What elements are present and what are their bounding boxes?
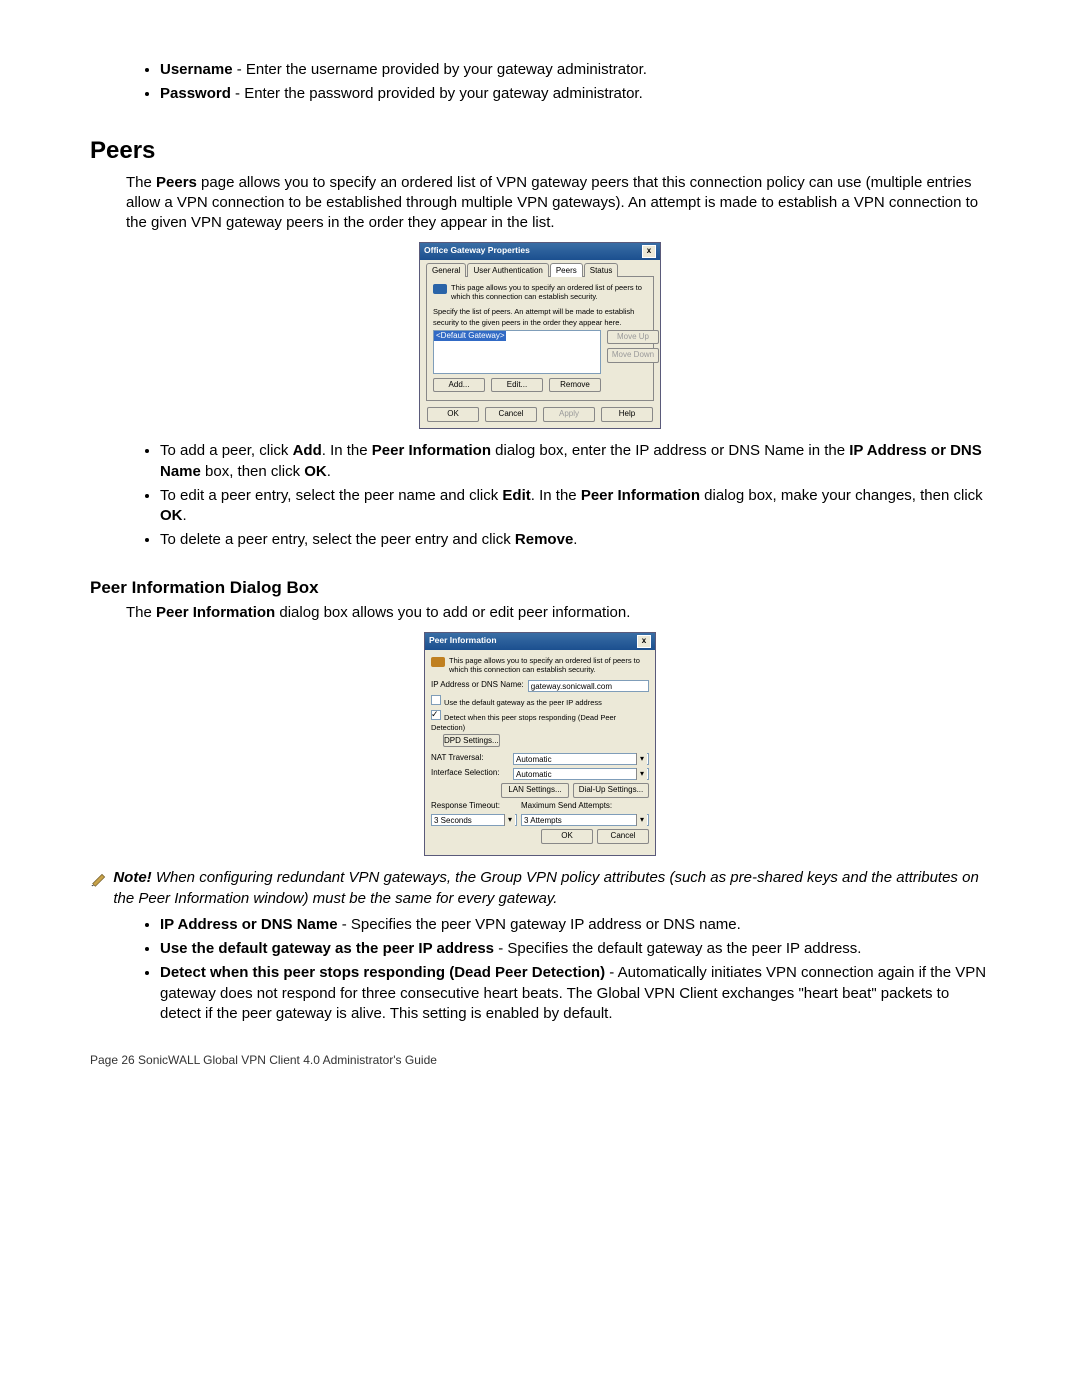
padlock-icon <box>431 657 445 667</box>
list-item: To edit a peer entry, select the peer na… <box>160 486 990 527</box>
list-item: Detect when this peer stops responding (… <box>160 963 990 1024</box>
ip-input[interactable]: gateway.sonicwall.com <box>528 680 649 692</box>
spec-text: Specify the list of peers. An attempt wi… <box>433 307 647 327</box>
close-icon[interactable]: x <box>637 635 651 648</box>
nat-select[interactable]: Automatic <box>513 753 649 765</box>
peers-instructions-list: To add a peer, click Add. In the Peer In… <box>90 441 990 550</box>
dialog-title: Office Gateway Properties <box>424 245 530 256</box>
field-label: Password <box>160 85 231 102</box>
ok-button[interactable]: OK <box>427 407 479 422</box>
apply-button[interactable]: Apply <box>543 407 595 422</box>
list-item: To delete a peer entry, select the peer … <box>160 530 990 550</box>
list-item[interactable]: <Default Gateway> <box>434 331 506 342</box>
dpd-checkbox[interactable] <box>431 710 441 720</box>
list-item: Password - Enter the password provided b… <box>160 84 990 104</box>
office-gateway-properties-dialog: Office Gateway Properties x General User… <box>90 242 990 430</box>
peer-info-intro: The Peer Information dialog box allows y… <box>126 603 990 623</box>
hint-text: This page allows you to specify an order… <box>449 656 649 674</box>
field-desc: - Enter the username provided by your ga… <box>233 61 647 78</box>
peers-listbox[interactable]: <Default Gateway> <box>433 330 601 374</box>
list-item: To add a peer, click Add. In the Peer In… <box>160 441 990 482</box>
close-icon[interactable]: x <box>642 245 656 258</box>
resp-select[interactable]: 3 Seconds <box>431 814 517 826</box>
note-label: Note! <box>113 869 151 886</box>
max-label: Maximum Send Attempts: <box>521 801 612 812</box>
note-block: Note! When configuring redundant VPN gat… <box>90 868 990 909</box>
remove-button[interactable]: Remove <box>549 378 601 393</box>
monitor-icon <box>433 284 447 294</box>
note-text: When configuring redundant VPN gateways,… <box>113 869 978 906</box>
peers-intro: The Peers page allows you to specify an … <box>126 173 990 234</box>
cancel-button[interactable]: Cancel <box>485 407 537 422</box>
tab-peers[interactable]: Peers <box>550 263 583 278</box>
dialog-title: Peer Information <box>429 635 497 646</box>
dialup-settings-button[interactable]: Dial-Up Settings... <box>573 783 649 798</box>
ok-button[interactable]: OK <box>541 829 593 844</box>
tab-user-authentication[interactable]: User Authentication <box>467 263 548 278</box>
max-select[interactable]: 3 Attempts <box>521 814 649 826</box>
tab-status[interactable]: Status <box>584 263 619 278</box>
edit-button[interactable]: Edit... <box>491 378 543 393</box>
move-down-button[interactable]: Move Down <box>607 348 659 363</box>
field-desc: - Enter the password provided by your ga… <box>231 85 643 102</box>
hint-text: This page allows you to specify an order… <box>451 283 647 301</box>
ip-label: IP Address or DNS Name: <box>431 680 524 691</box>
use-default-checkbox[interactable] <box>431 695 441 705</box>
cancel-button[interactable]: Cancel <box>597 829 649 844</box>
list-item: Use the default gateway as the peer IP a… <box>160 939 990 959</box>
definitions-list: IP Address or DNS Name - Specifies the p… <box>90 915 990 1024</box>
peers-heading: Peers <box>90 135 990 167</box>
use-default-label: Use the default gateway as the peer IP a… <box>444 698 602 707</box>
list-item: Username - Enter the username provided b… <box>160 60 990 80</box>
list-item: IP Address or DNS Name - Specifies the p… <box>160 915 990 935</box>
peer-information-dialog: Peer Information x This page allows you … <box>90 632 990 857</box>
iface-label: Interface Selection: <box>431 768 509 779</box>
nat-label: NAT Traversal: <box>431 753 509 764</box>
iface-select[interactable]: Automatic <box>513 768 649 780</box>
move-up-button[interactable]: Move Up <box>607 330 659 345</box>
lan-settings-button[interactable]: LAN Settings... <box>501 783 569 798</box>
page-footer: Page 26 SonicWALL Global VPN Client 4.0 … <box>90 1052 990 1068</box>
tab-general[interactable]: General <box>426 263 466 278</box>
note-icon <box>90 868 107 890</box>
help-button[interactable]: Help <box>601 407 653 422</box>
field-label: Username <box>160 61 233 78</box>
peer-info-heading: Peer Information Dialog Box <box>90 577 990 600</box>
resp-label: Response Timeout: <box>431 801 509 812</box>
intro-list: Username - Enter the username provided b… <box>90 60 990 105</box>
add-button[interactable]: Add... <box>433 378 485 393</box>
dpd-settings-button[interactable]: DPD Settings... <box>443 734 500 747</box>
dpd-label: Detect when this peer stops responding (… <box>431 713 616 732</box>
